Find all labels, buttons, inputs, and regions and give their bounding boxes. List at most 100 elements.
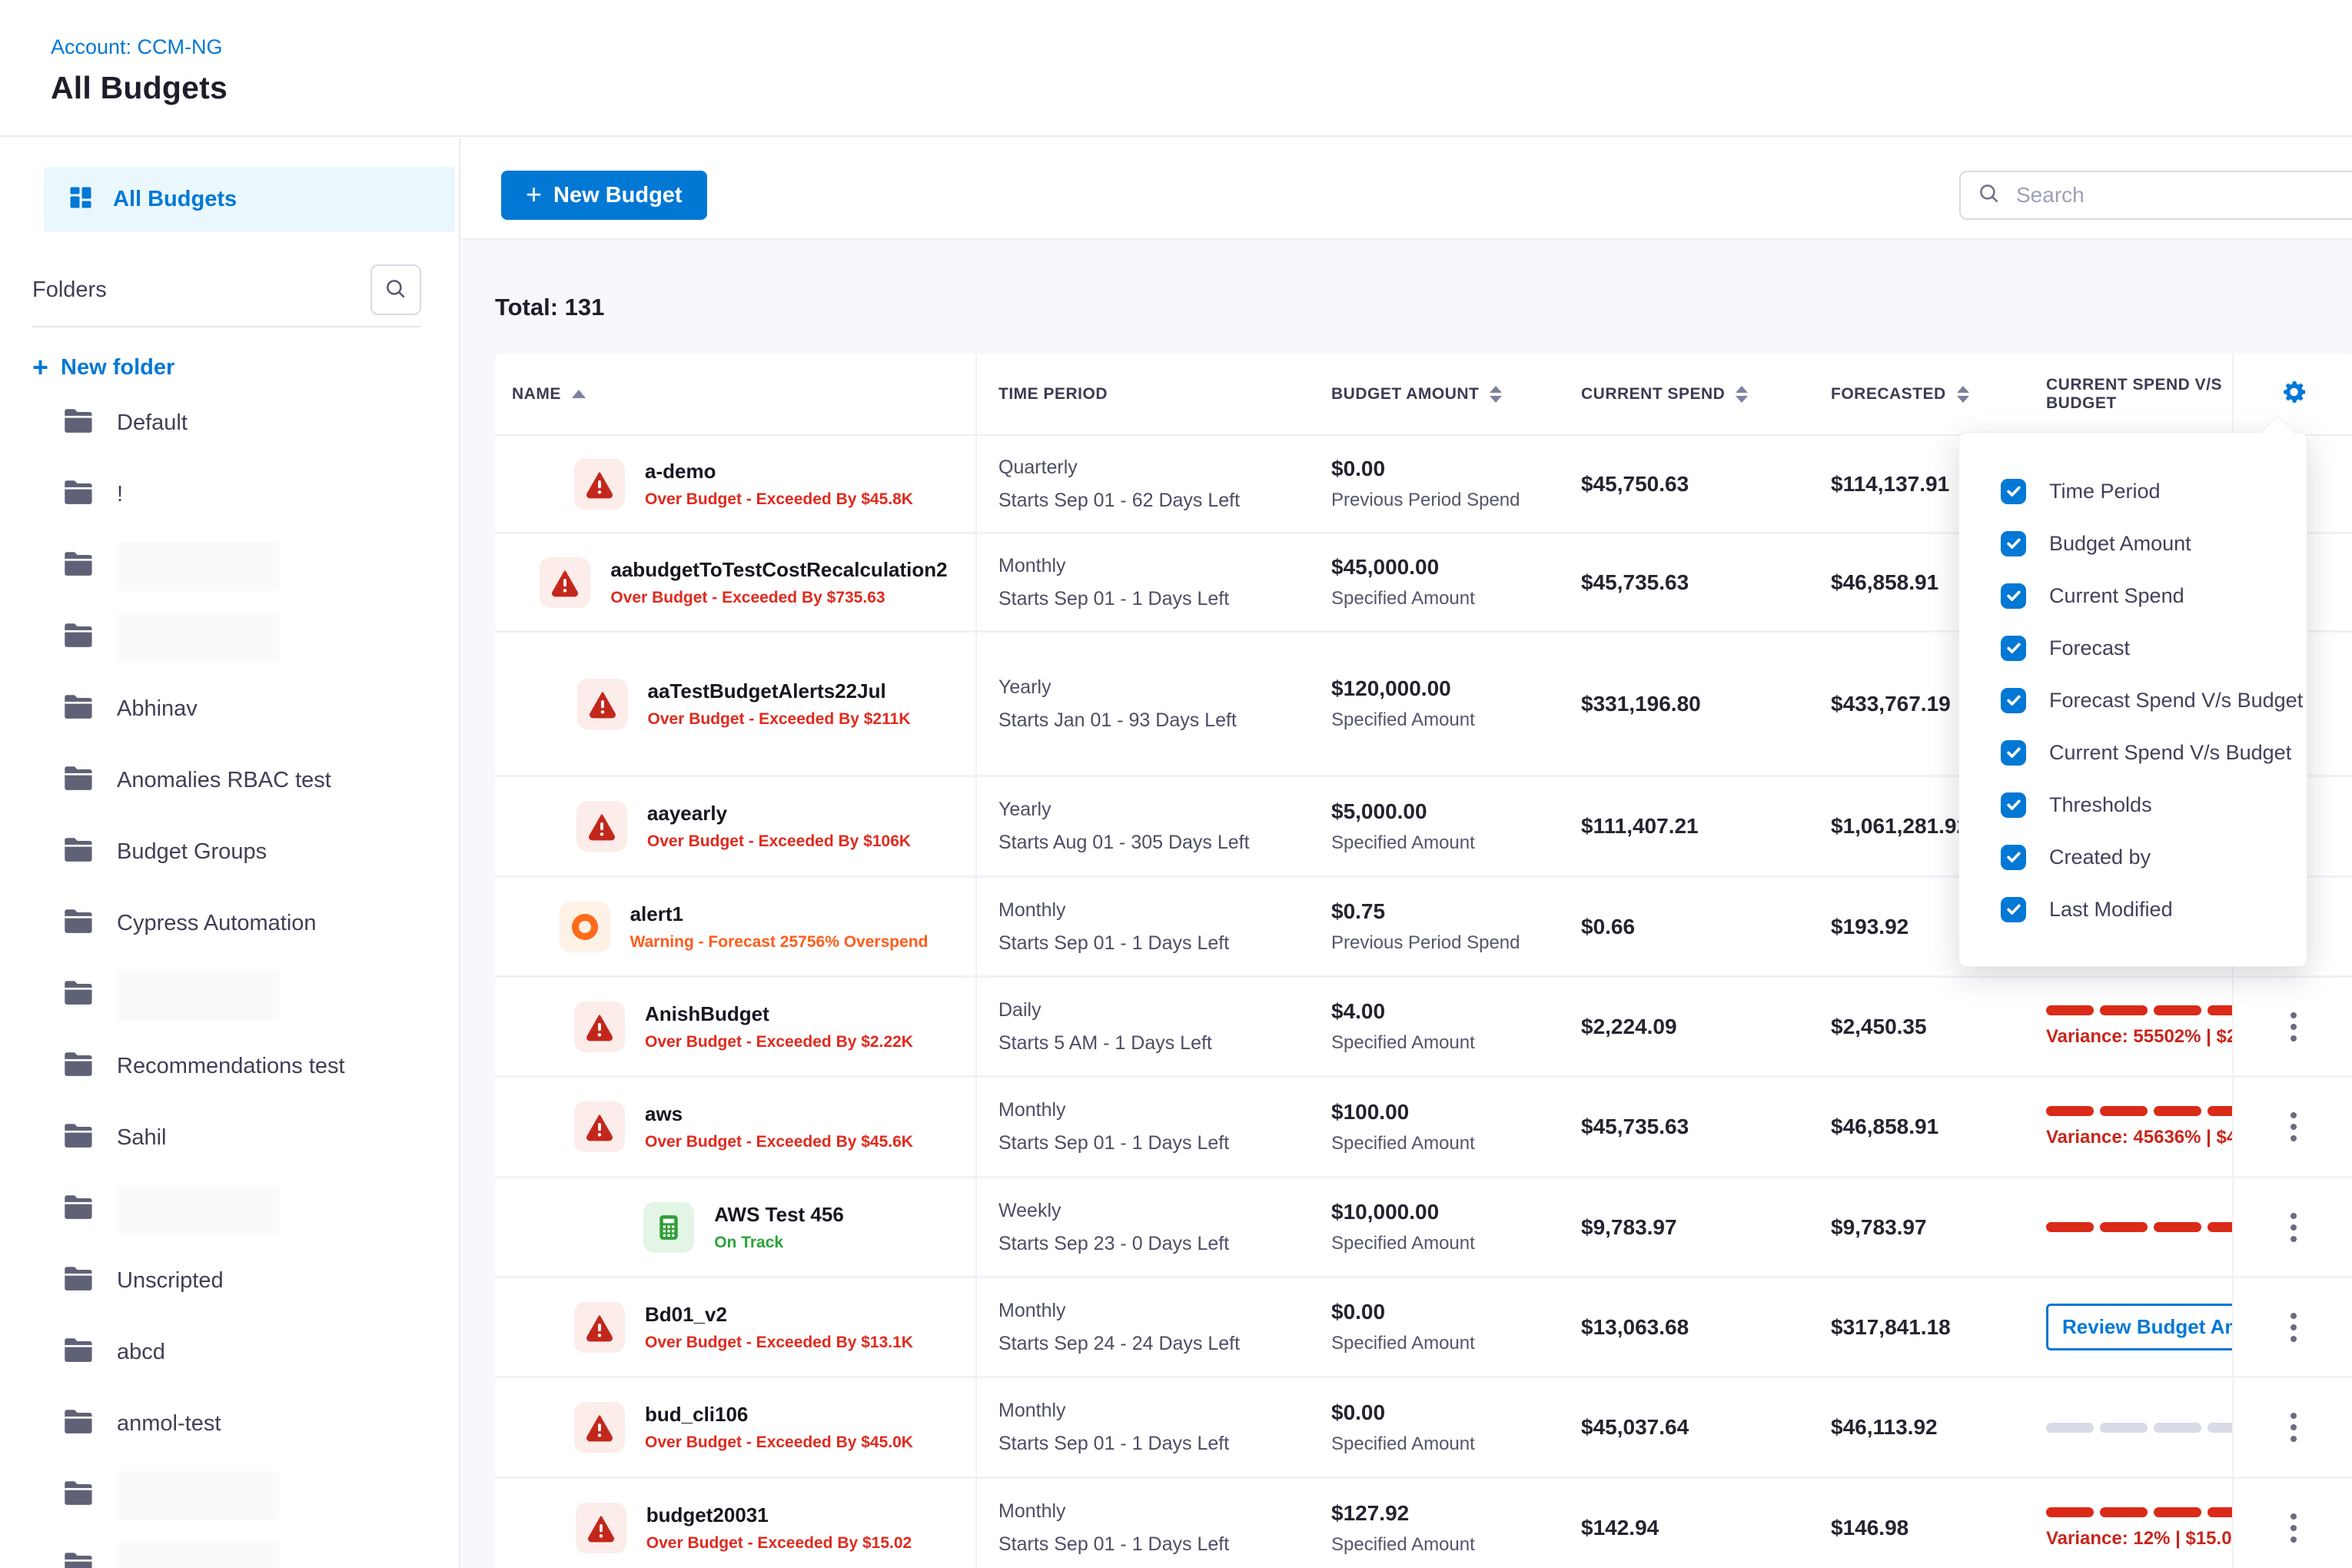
row-menu-button[interactable] [2284, 1507, 2303, 1549]
column-toggle-thresholds[interactable]: Thresholds [1959, 779, 2307, 831]
checkbox-checked-icon[interactable] [2001, 479, 2026, 504]
budget-amount-cell: $0.75Previous Period Spend [1310, 878, 1560, 975]
table-row[interactable]: Bd01_v2Over Budget - Exceeded By $13.1KM… [495, 1278, 2352, 1378]
bar-segment [2100, 1423, 2148, 1433]
sidebar-item-all-budgets[interactable]: All Budgets [44, 167, 455, 232]
folder-item[interactable]: ! [0, 459, 459, 530]
folder-name: Unscripted [117, 1268, 224, 1294]
current-spend: $0.66 [1581, 915, 1809, 939]
column-header-current-spend[interactable]: Current Spend [1560, 354, 1809, 434]
folder-item-redacted[interactable] [0, 959, 459, 1031]
column-toggle-label: Forecast [2049, 636, 2130, 660]
folder-item[interactable]: Anomalies RBAC test [0, 745, 459, 816]
budget-amount-cell: $0.00 Previous Period Spend [1310, 436, 1560, 532]
column-header-forecasted[interactable]: Forecasted [1809, 354, 2025, 434]
budget-name: a-demo [645, 460, 913, 483]
folder-item[interactable]: Default [0, 387, 459, 459]
period-type: Monthly [998, 1099, 1310, 1121]
folder-search-button[interactable] [370, 264, 421, 315]
budget-name-text: alert1Warning - Forecast 25756% Overspen… [630, 902, 929, 952]
table-row[interactable]: AnishBudgetOver Budget - Exceeded By $2.… [495, 978, 2352, 1078]
sort-down-icon [1490, 396, 1502, 403]
column-toggle-forecast[interactable]: Forecast [1959, 622, 2307, 674]
checkbox-checked-icon[interactable] [2001, 636, 2026, 661]
table-row[interactable]: awsOver Budget - Exceeded By $45.6KMonth… [495, 1078, 2352, 1178]
folder-item-redacted[interactable] [0, 1531, 459, 1568]
account-breadcrumb[interactable]: Account: CCM-NG [51, 35, 223, 59]
kebab-dot [2291, 1035, 2297, 1041]
folder-list: Default! AbhinavAnomalies RBAC testBudget… [0, 387, 459, 1568]
folder-item-redacted[interactable] [0, 602, 459, 673]
row-menu-button[interactable] [2284, 1006, 2303, 1048]
folder-item[interactable]: Budget Groups [0, 816, 459, 888]
folder-item[interactable]: abcd [0, 1317, 459, 1388]
budget-amount: $0.00 [1331, 457, 1560, 481]
folder-item[interactable]: Sahil [0, 1102, 459, 1174]
sort-ascending-icon[interactable] [572, 390, 586, 398]
column-toggle-budget-amount[interactable]: Budget Amount [1959, 517, 2307, 570]
folder-item-redacted[interactable] [0, 1460, 459, 1531]
variance-text: Variance: 55502% | $2.22K over [2046, 1026, 2232, 1048]
redacted-folder-name [117, 1185, 280, 1234]
column-settings-gear-button[interactable] [2232, 354, 2352, 434]
period-type: Monthly [998, 555, 1310, 577]
folder-item[interactable]: anmol-test [0, 1388, 459, 1460]
current-spend-cell: $13,063.68 [1560, 1278, 1809, 1376]
checkbox-checked-icon[interactable] [2001, 897, 2026, 922]
column-toggle-time-period[interactable]: Time Period [1959, 465, 2307, 517]
bar-segment [2154, 1106, 2201, 1116]
checkbox-checked-icon[interactable] [2001, 740, 2026, 766]
budget-name: Bd01_v2 [645, 1303, 913, 1327]
column-header-label: Current Spend [1581, 385, 1725, 404]
column-header-label: Name [512, 385, 561, 404]
column-toggle-forecast-spend-v-s-budget[interactable]: Forecast Spend V/s Budget [1959, 674, 2307, 726]
new-folder-button[interactable]: + New folder [32, 354, 459, 381]
table-row[interactable]: bud_cli106Over Budget - Exceeded By $45.… [495, 1378, 2352, 1479]
folder-item[interactable]: Unscripted [0, 1245, 459, 1317]
folder-item-redacted[interactable] [0, 530, 459, 602]
column-settings-menu: Time PeriodBudget AmountCurrent Spend For… [1958, 432, 2307, 967]
folder-item[interactable]: Cypress Automation [0, 888, 459, 959]
review-budget-amount-button[interactable]: Review Budget Amount [2046, 1304, 2232, 1350]
table-row[interactable]: budget20031Over Budget - Exceeded By $15… [495, 1479, 2352, 1568]
folder-icon [61, 907, 95, 940]
row-menu-button[interactable] [2284, 1407, 2303, 1448]
spend-vs-budget-cell: Variance: 45636% | $45.6K over [2025, 1078, 2232, 1176]
row-menu-button[interactable] [2284, 1106, 2303, 1148]
search-input[interactable] [2015, 182, 2352, 208]
sort-icon[interactable] [1490, 386, 1502, 403]
checkbox-checked-icon[interactable] [2001, 531, 2026, 556]
column-toggle-current-spend-v-s-budget[interactable]: Current Spend V/s Budget [1959, 726, 2307, 779]
checkbox-checked-icon[interactable] [2001, 583, 2026, 609]
folder-name: ! [117, 482, 123, 507]
column-toggle-current-spend[interactable]: Current Spend [1959, 570, 2307, 622]
budget-name-text: bud_cli106Over Budget - Exceeded By $45.… [645, 1403, 913, 1452]
column-toggle-created-by[interactable]: Created by [1959, 831, 2307, 883]
checkbox-checked-icon[interactable] [2001, 688, 2026, 713]
row-menu-button[interactable] [2284, 1307, 2303, 1348]
spend-vs-budget-cell [2025, 1378, 2232, 1477]
row-menu-button[interactable] [2284, 1207, 2303, 1248]
folder-item[interactable]: Abhinav [0, 673, 459, 745]
current-spend-cell: $142.94 [1560, 1479, 1809, 1568]
current-spend-cell: $331,196.80 [1560, 633, 1809, 775]
sort-icon[interactable] [1736, 386, 1748, 403]
column-header-name[interactable]: Name [495, 354, 975, 434]
column-header-budget-amount[interactable]: Budget Amount [1310, 354, 1560, 434]
checkbox-checked-icon[interactable] [2001, 792, 2026, 818]
column-toggle-last-modified[interactable]: Last Modified [1959, 883, 2307, 935]
folder-item[interactable]: Recommendations test [0, 1031, 459, 1102]
budget-basis: Previous Period Spend [1331, 490, 1560, 511]
period-type: Monthly [998, 1500, 1310, 1523]
kebab-dot [2291, 1324, 2297, 1330]
budget-name: bud_cli106 [645, 1403, 913, 1427]
sort-icon[interactable] [1957, 386, 1969, 403]
checkbox-checked-icon[interactable] [2001, 845, 2026, 870]
new-budget-button[interactable]: + New Budget [501, 171, 707, 220]
folder-item-redacted[interactable] [0, 1174, 459, 1245]
kebab-dot [2291, 1024, 2297, 1030]
budget-amount: $45,000.00 [1331, 555, 1560, 580]
budget-status: Over Budget - Exceeded By $211K [648, 710, 911, 729]
folder-name: anmol-test [117, 1411, 221, 1437]
table-row[interactable]: AWS Test 456On TrackWeeklyStarts Sep 23 … [495, 1178, 2352, 1278]
